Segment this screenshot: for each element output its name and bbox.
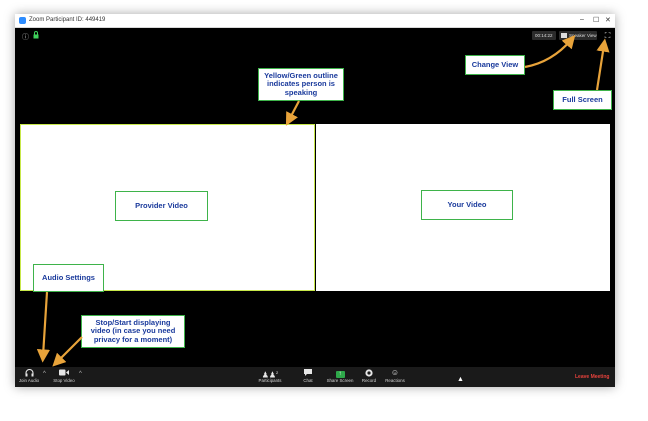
participants-icon: ♟♟2 xyxy=(261,370,279,380)
participants-label: Participants xyxy=(258,378,282,383)
audio-settings-callout: Audio Settings xyxy=(33,264,104,292)
minimize-button[interactable]: – xyxy=(580,16,584,23)
speaking-outline-callout: Yellow/Green outline indicates person is… xyxy=(258,68,344,101)
stop-video-button[interactable]: Stop Video xyxy=(51,367,77,387)
stop-video-label: Stop Video xyxy=(53,378,75,383)
cursor-icon: ▲ xyxy=(457,376,464,383)
provider-video-callout: Provider Video xyxy=(115,191,208,221)
stop-start-video-callout: Stop/Start displaying video (in case you… xyxy=(81,315,185,348)
title-bar: Zoom Participant ID: 449419 – ☐ ✕ xyxy=(15,14,615,28)
reactions-label: Reactions xyxy=(385,378,405,383)
participants-button[interactable]: ♟♟2 Participants xyxy=(255,367,285,387)
window-title: Zoom Participant ID: 449419 xyxy=(29,17,106,23)
chat-label: Chat xyxy=(303,378,313,383)
change-view-callout: Change View xyxy=(465,55,525,75)
reactions-icon: ☺ xyxy=(390,368,400,377)
meeting-toolbar: Join Audio ^ Stop Video ^ ♟♟2 Participan… xyxy=(15,367,615,387)
join-audio-button[interactable]: Join Audio xyxy=(17,367,41,387)
record-button[interactable]: Record xyxy=(358,367,380,387)
audio-settings-caret[interactable]: ^ xyxy=(43,371,46,377)
full-screen-callout: Full Screen xyxy=(553,90,612,110)
grid-icon xyxy=(561,33,567,38)
reactions-button[interactable]: ☺ Reactions xyxy=(382,367,408,387)
camera-icon xyxy=(51,367,77,378)
share-icon-wrap: ↑ xyxy=(324,367,356,378)
participants-count: 2 xyxy=(276,370,279,375)
maximize-button[interactable]: ☐ xyxy=(593,16,599,24)
lock-icon[interactable] xyxy=(33,31,39,41)
speaker-view-button[interactable]: Speaker View xyxy=(559,31,597,40)
share-screen-button[interactable]: ↑ Share Screen xyxy=(324,367,356,387)
share-screen-label: Share Screen xyxy=(326,378,354,383)
chat-button[interactable]: Chat xyxy=(299,367,317,387)
join-audio-label: Join Audio xyxy=(18,378,40,383)
share-screen-icon: ↑ xyxy=(335,371,345,378)
fullscreen-icon[interactable]: ⛶ xyxy=(603,31,612,40)
your-video-callout: Your Video xyxy=(421,190,513,220)
chat-icon xyxy=(299,367,317,378)
record-icon xyxy=(358,367,380,378)
record-label: Record xyxy=(361,378,377,383)
video-settings-caret[interactable]: ^ xyxy=(79,371,82,377)
speaker-view-label: Speaker View xyxy=(569,33,597,38)
meeting-timer: 00:14:22 xyxy=(532,31,556,40)
headphones-icon xyxy=(17,367,41,378)
leave-meeting-button[interactable]: Leave Meeting xyxy=(575,374,609,380)
zoom-logo-icon xyxy=(19,17,26,24)
close-button[interactable]: ✕ xyxy=(605,16,611,24)
info-icon[interactable]: ⓘ xyxy=(22,32,29,42)
